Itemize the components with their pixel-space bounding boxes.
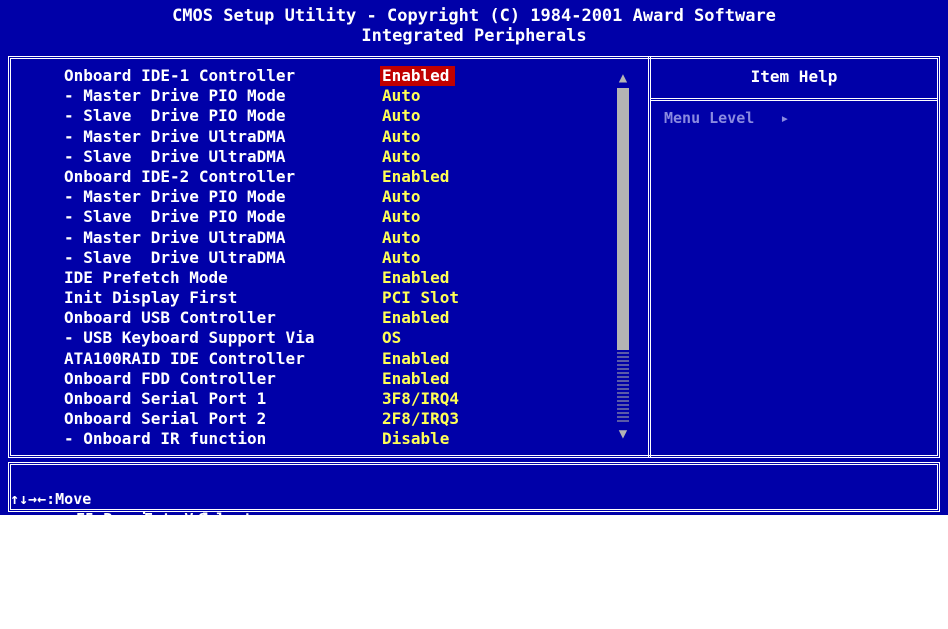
scroll-down-arrow-icon[interactable]: ▼ bbox=[614, 426, 632, 442]
scrollbar[interactable]: ▲ ▼ bbox=[614, 70, 632, 442]
setting-value[interactable]: Auto bbox=[382, 86, 421, 106]
footer-optimized-hint: F7:Optimized Defaults bbox=[636, 550, 826, 568]
setting-value[interactable]: Enabled bbox=[382, 167, 449, 187]
setting-label: IDE Prefetch Mode bbox=[64, 267, 228, 287]
menu-level-label: Menu Level bbox=[664, 109, 755, 127]
footer-line-2: F5:Previous Values F6:Fail-Safe Defaults… bbox=[10, 489, 938, 589]
setting-value[interactable]: OS bbox=[382, 328, 401, 348]
setting-label: - Onboard IR function bbox=[64, 429, 267, 449]
footer-help-hint: F1:General Help bbox=[756, 590, 892, 608]
setting-label: Onboard IDE-2 Controller bbox=[64, 166, 296, 186]
setting-label: ATA100RAID IDE Controller bbox=[64, 348, 305, 368]
setting-label: - Master Drive UltraDMA bbox=[64, 126, 286, 146]
setting-label: Onboard FDD Controller bbox=[64, 368, 276, 388]
setting-label: Onboard Serial Port 2 bbox=[64, 409, 267, 429]
setting-label: Onboard IDE-1 Controller bbox=[64, 66, 296, 85]
setting-label: Onboard USB Controller bbox=[64, 308, 276, 328]
page-title: Integrated Peripherals bbox=[361, 26, 587, 46]
scroll-up-arrow-icon[interactable]: ▲ bbox=[614, 70, 632, 86]
setting-label: - Slave Drive UltraDMA bbox=[64, 146, 286, 166]
setting-label: - Slave Drive PIO Mode bbox=[64, 207, 286, 227]
setting-value[interactable]: Enabled bbox=[382, 349, 449, 369]
setting-value[interactable]: Enabled bbox=[382, 308, 449, 328]
setting-value[interactable]: Disable bbox=[382, 429, 449, 449]
panel-divider bbox=[648, 56, 651, 458]
menu-level: Menu Level ▸ bbox=[664, 108, 789, 128]
item-help-title: Item Help bbox=[750, 67, 838, 86]
footer-previous-hint: F5:Previous Values bbox=[76, 510, 239, 528]
setting-value[interactable]: Auto bbox=[382, 248, 421, 268]
setting-label: - Master Drive UltraDMA bbox=[64, 227, 286, 247]
setting-value[interactable]: Auto bbox=[382, 127, 421, 147]
setting-value[interactable]: Enabled bbox=[382, 369, 449, 389]
setting-value[interactable]: Auto bbox=[382, 147, 421, 167]
setting-label: - Master Drive PIO Mode bbox=[64, 187, 286, 207]
setting-value[interactable]: Auto bbox=[382, 207, 421, 227]
bios-screen: CMOS Setup Utility - Copyright (C) 1984-… bbox=[0, 0, 948, 608]
setting-label: - Master Drive PIO Mode bbox=[64, 86, 286, 106]
setting-label: - Slave Drive PIO Mode bbox=[64, 106, 286, 126]
setting-value[interactable]: Auto bbox=[382, 228, 421, 248]
header-title: CMOS Setup Utility - Copyright (C) 1984-… bbox=[172, 6, 776, 26]
setting-value[interactable]: 3F8/IRQ4 bbox=[382, 389, 459, 409]
setting-value[interactable]: PCI Slot bbox=[382, 288, 459, 308]
setting-value[interactable]: Auto bbox=[382, 106, 421, 126]
header: CMOS Setup Utility - Copyright (C) 1984-… bbox=[0, 0, 948, 52]
footer-failsafe-hint: F6:Fail-Safe Defaults bbox=[372, 530, 562, 548]
setting-value[interactable]: 2F8/IRQ3 bbox=[382, 409, 459, 429]
scroll-thumb[interactable] bbox=[617, 88, 629, 350]
setting-label: - Slave Drive UltraDMA bbox=[64, 247, 286, 267]
setting-label: Onboard Serial Port 1 bbox=[64, 389, 267, 408]
setting-label: Init Display First bbox=[64, 288, 238, 308]
setting-value[interactable]: Enabled bbox=[382, 268, 449, 288]
setting-value[interactable]: Auto bbox=[382, 187, 421, 207]
menu-level-arrow-icon: ▸ bbox=[780, 109, 790, 127]
setting-value[interactable]: Enabled bbox=[380, 66, 456, 86]
help-separator bbox=[651, 98, 937, 101]
setting-label: - USB Keyboard Support Via bbox=[64, 328, 315, 348]
